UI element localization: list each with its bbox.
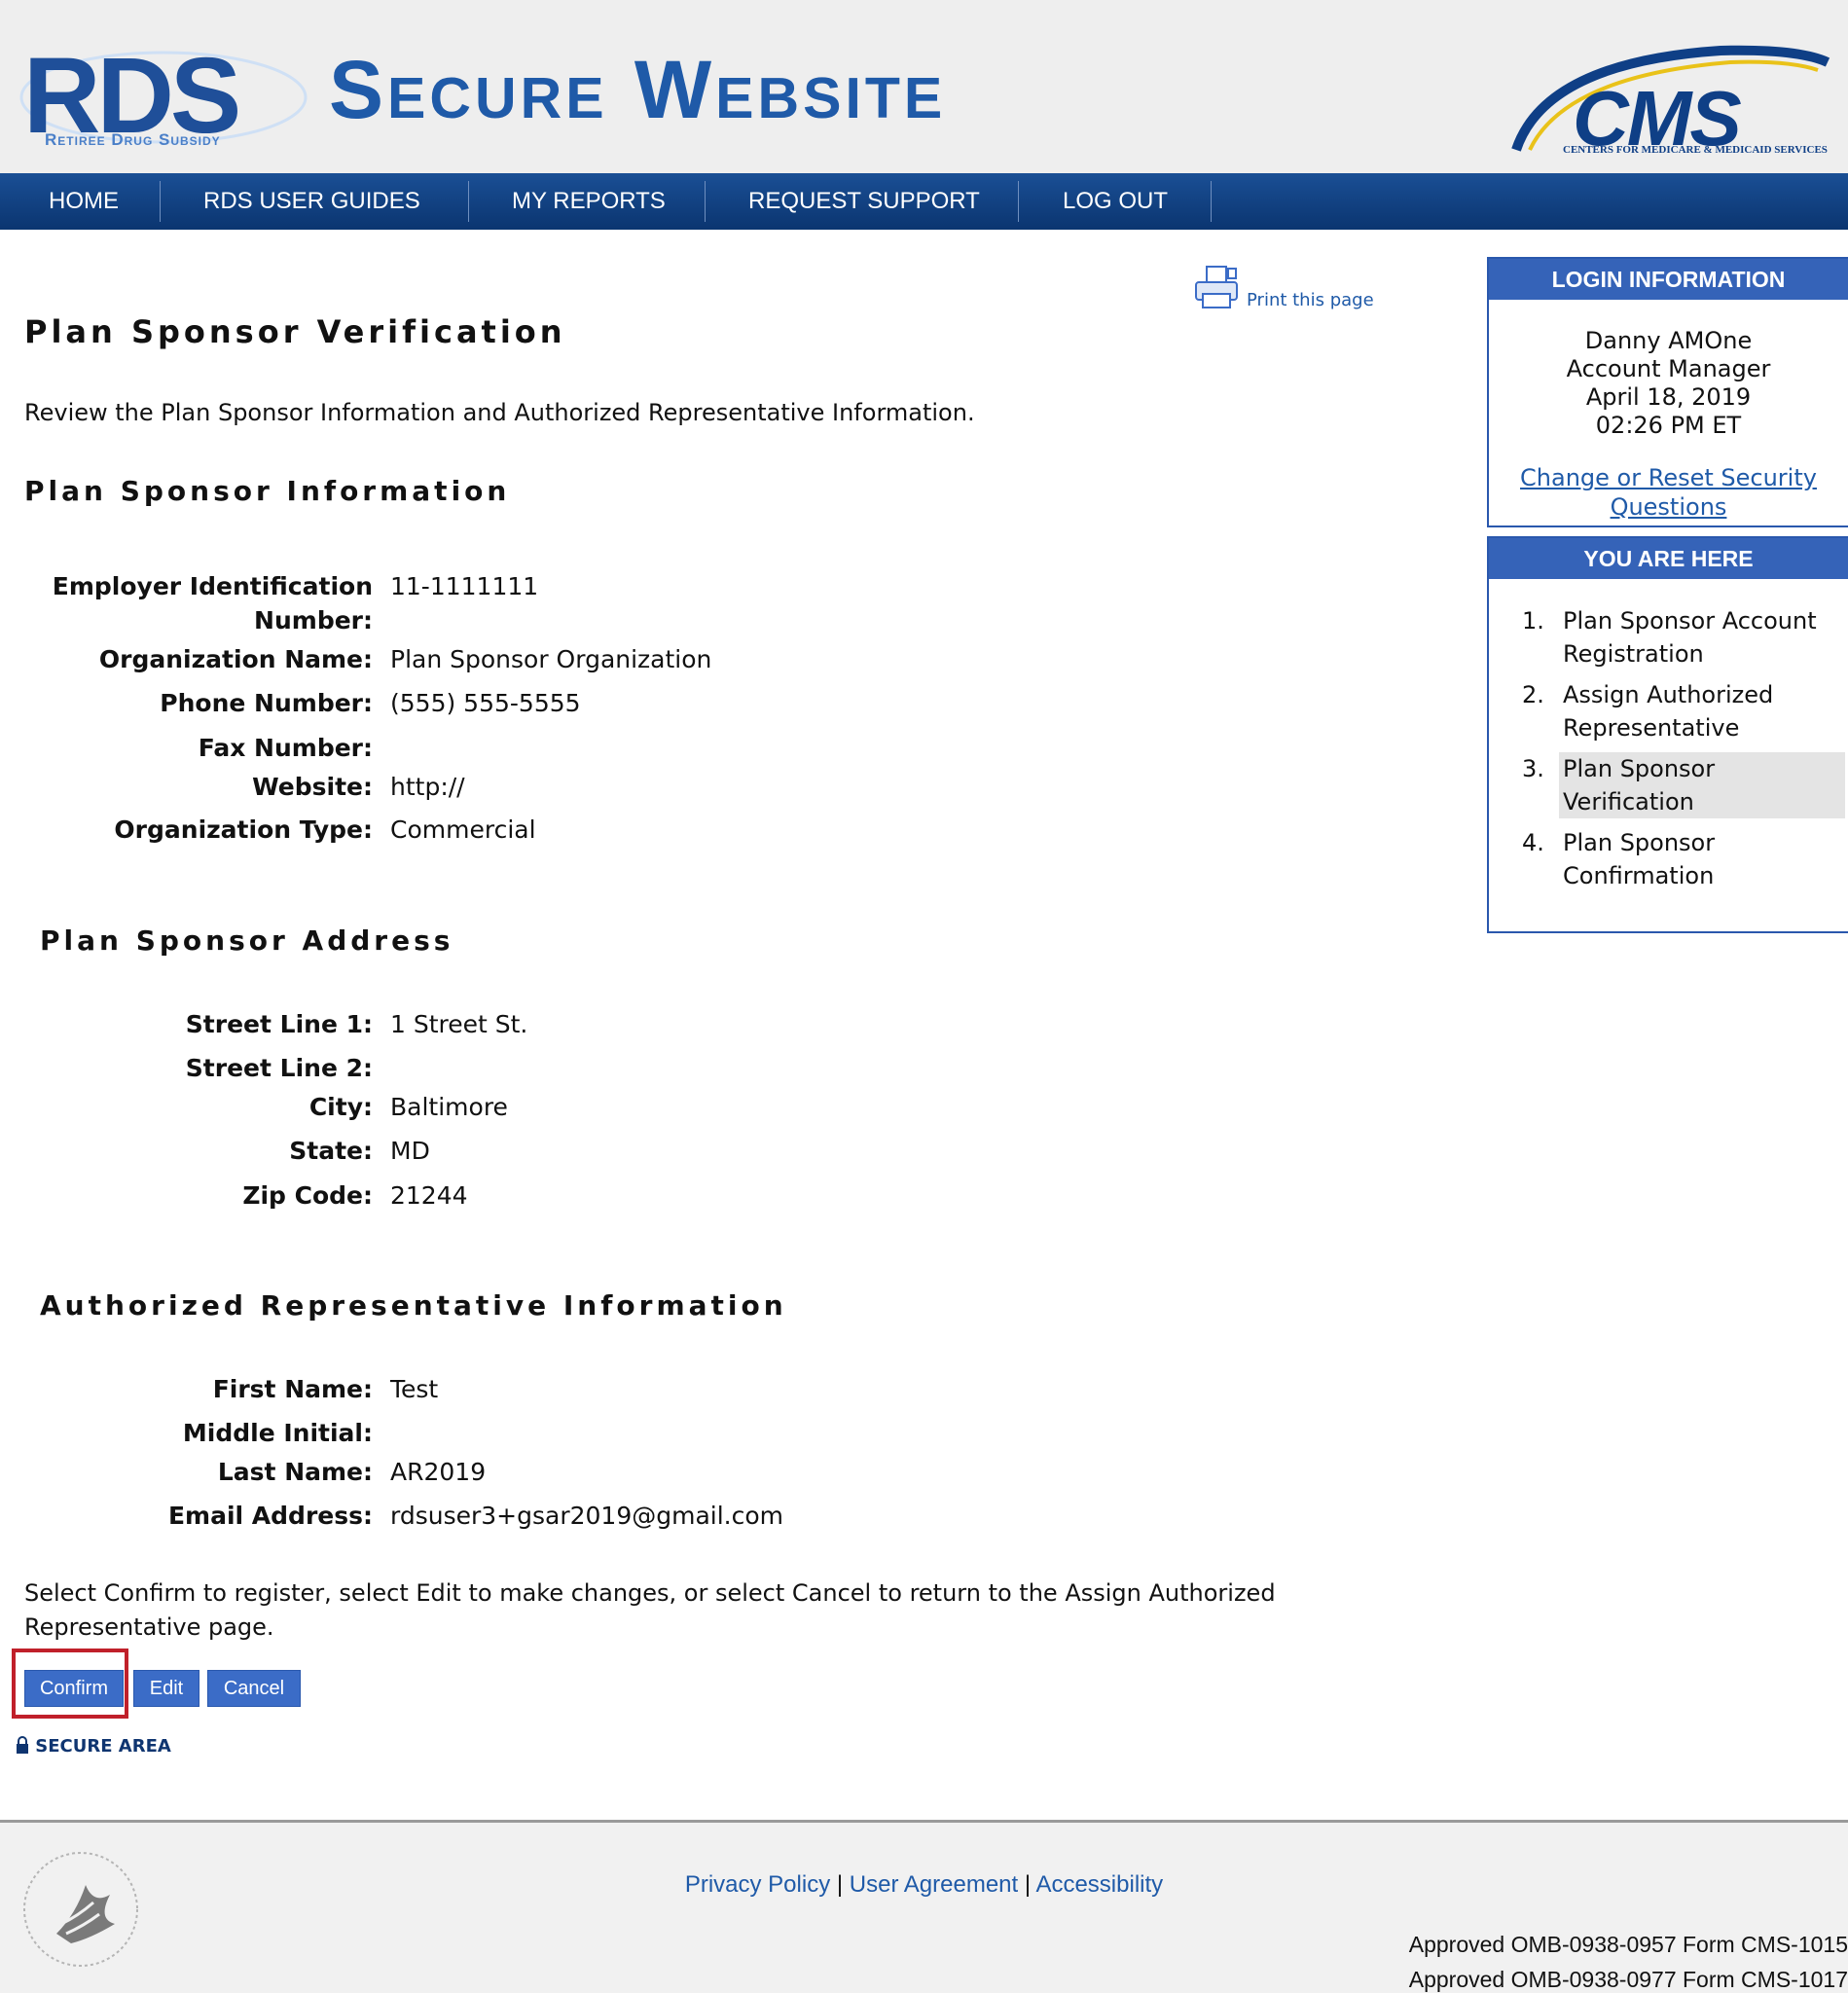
printer-icon[interactable] <box>1193 265 1242 311</box>
footer-separator: | <box>1024 1871 1032 1898</box>
organization-name-value: Plan Sponsor Organization <box>390 645 712 673</box>
nav-my-reports[interactable]: MY REPORTS <box>512 173 666 230</box>
zip-code-value: 21244 <box>390 1181 468 1210</box>
step-number: 2. <box>1522 681 1544 708</box>
login-time: 02:26 PM ET <box>1595 412 1742 439</box>
step-label: Plan Sponsor Verification <box>1559 752 1845 818</box>
site-footer: Privacy Policy | User Agreement | Access… <box>0 1820 1848 1993</box>
nav-home[interactable]: HOME <box>49 173 119 230</box>
footer-separator: | <box>836 1871 844 1898</box>
omb-approval-line: Approved OMB-0938-0957 Form CMS-1015 <box>1408 1932 1848 1957</box>
step-label: Assign Authorized Representative <box>1563 681 1774 742</box>
email-address-value: rdsuser3+gsar2019@gmail.com <box>390 1502 784 1530</box>
step-item: 1. Plan Sponsor Account Registration <box>1489 604 1848 678</box>
organization-name-label: Organization Name: <box>98 645 373 673</box>
plan-sponsor-information-heading: Plan Sponsor Information <box>24 475 511 507</box>
phone-number-label: Phone Number: <box>160 689 373 717</box>
last-name-label: Last Name: <box>217 1458 373 1486</box>
nav-separator <box>160 181 161 222</box>
step-label: Plan Sponsor Confirmation <box>1563 829 1716 889</box>
step-item: 4. Plan Sponsor Confirmation <box>1489 826 1848 900</box>
middle-initial-label: Middle Initial: <box>182 1419 373 1447</box>
organization-type-value: Commercial <box>390 815 536 844</box>
plan-sponsor-address-heading: Plan Sponsor Address <box>40 924 454 957</box>
email-address-label: Email Address: <box>167 1502 373 1530</box>
street-line-1-label: Street Line 1: <box>185 1010 373 1038</box>
city-value: Baltimore <box>390 1093 508 1121</box>
organization-type-label: Organization Type: <box>114 815 373 844</box>
step-item: 2. Assign Authorized Representative <box>1489 678 1848 752</box>
nav-separator <box>1018 181 1019 222</box>
accessibility-link[interactable]: Accessibility <box>1035 1871 1163 1898</box>
first-name-value: Test <box>390 1375 439 1403</box>
privacy-policy-link[interactable]: Privacy Policy <box>685 1871 830 1898</box>
ein-label-line2: Number: <box>254 606 373 634</box>
state-label: State: <box>289 1137 373 1165</box>
main-nav: HOME RDS USER GUIDES MY REPORTS REQUEST … <box>0 173 1848 230</box>
instructions-text: Select Confirm to register, select Edit … <box>24 1579 1276 1641</box>
step-item-current: 3. Plan Sponsor Verification <box>1489 752 1848 826</box>
login-information-body: Danny AMOne Account Manager April 18, 20… <box>1489 300 1848 522</box>
user-agreement-link[interactable]: User Agreement <box>850 1871 1018 1898</box>
step-number: 3. <box>1522 755 1544 782</box>
page-title: Plan Sponsor Verification <box>24 313 566 350</box>
login-date: April 18, 2019 <box>1585 383 1752 411</box>
first-name-label: First Name: <box>212 1375 373 1403</box>
edit-button[interactable]: Edit <box>133 1670 199 1707</box>
website-value: http:// <box>390 773 465 801</box>
authorized-representative-heading: Authorized Representative Information <box>40 1289 787 1322</box>
print-this-page-link[interactable]: Print this page <box>1247 290 1374 310</box>
confirm-button[interactable]: Confirm <box>24 1670 124 1707</box>
street-line-2-label: Street Line 2: <box>185 1054 373 1082</box>
ein-label-line1: Employer Identification <box>52 572 373 600</box>
step-number: 4. <box>1522 829 1544 856</box>
footer-links: Privacy Policy | User Agreement | Access… <box>0 1871 1848 1899</box>
website-label: Website: <box>252 773 373 801</box>
nav-separator <box>705 181 706 222</box>
page-intro: Review the Plan Sponsor Information and … <box>24 399 975 426</box>
phone-number-value: (555) 555-5555 <box>390 689 581 717</box>
street-line-1-value: 1 Street St. <box>390 1010 528 1038</box>
change-security-questions-link[interactable]: Change or Reset Security Questions <box>1489 463 1848 522</box>
step-label: Plan Sponsor Account Registration <box>1563 607 1817 668</box>
state-value: MD <box>390 1137 430 1165</box>
you-are-here-heading: YOU ARE HERE <box>1489 538 1848 579</box>
secure-area-text: SECURE AREA <box>35 1736 171 1757</box>
nav-rds-user-guides[interactable]: RDS USER GUIDES <box>203 173 420 230</box>
nav-request-support[interactable]: REQUEST SUPPORT <box>748 173 980 230</box>
site-header: RDS Retiree Drug Subsidy Secure Website … <box>0 0 1848 173</box>
secure-area-label: SECURE AREA <box>16 1736 171 1757</box>
login-information-heading: LOGIN INFORMATION <box>1489 259 1848 300</box>
user-role: Account Manager <box>1566 355 1771 382</box>
city-label: City: <box>308 1093 373 1121</box>
progress-steps: 1. Plan Sponsor Account Registration 2. … <box>1489 579 1848 900</box>
zip-code-label: Zip Code: <box>242 1181 373 1210</box>
cms-logo-subtitle: CENTERS FOR MEDICARE & MEDICAID SERVICES <box>1563 144 1828 156</box>
nav-separator <box>1211 181 1212 222</box>
last-name-value: AR2019 <box>390 1458 487 1486</box>
hhs-seal-icon <box>23 1852 138 1967</box>
fax-number-label: Fax Number: <box>198 734 373 762</box>
rds-logo-subtitle: Retiree Drug Subsidy <box>45 130 221 149</box>
you-are-here-panel: YOU ARE HERE 1. Plan Sponsor Account Reg… <box>1487 536 1848 933</box>
user-name: Danny AMOne <box>1584 327 1753 354</box>
nav-log-out[interactable]: LOG OUT <box>1063 173 1168 230</box>
nav-separator <box>468 181 469 222</box>
omb-approval-line: Approved OMB-0938-0977 Form CMS-1017 <box>1408 1967 1848 1992</box>
site-title: Secure Website <box>329 44 947 135</box>
cancel-button[interactable]: Cancel <box>207 1670 301 1707</box>
login-information-panel: LOGIN INFORMATION Danny AMOne Account Ma… <box>1487 257 1848 527</box>
lock-icon <box>17 1736 28 1754</box>
ein-value: 11-1111111 <box>390 572 539 600</box>
step-number: 1. <box>1522 607 1544 634</box>
